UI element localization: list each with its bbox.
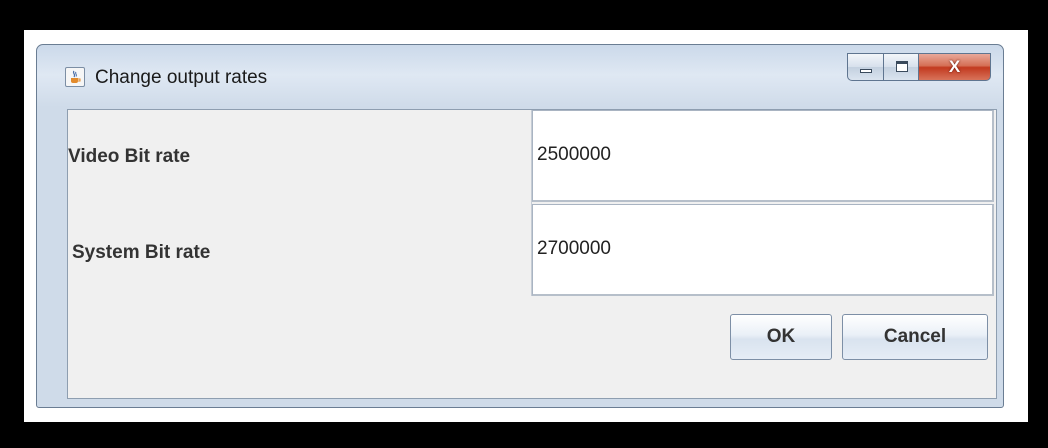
system-bit-rate-label: System Bit rate	[72, 242, 211, 263]
close-button[interactable]: X	[919, 53, 991, 81]
dialog-content: Video Bit rate 2500000 System Bit rate 2…	[67, 109, 997, 399]
maximize-icon	[896, 61, 908, 72]
close-icon: X	[948, 57, 961, 76]
window-title: Change output rates	[95, 67, 268, 88]
system-bit-rate-field[interactable]: 2700000	[532, 204, 994, 296]
java-cup-icon	[65, 67, 85, 87]
minimize-icon	[860, 69, 872, 73]
dialog-window: Change output rates X Video Bit rate 250…	[36, 44, 1004, 408]
minimize-button[interactable]	[847, 53, 883, 81]
cancel-button[interactable]: Cancel	[842, 314, 988, 360]
ok-button[interactable]: OK	[730, 314, 832, 360]
maximize-button[interactable]	[883, 53, 919, 81]
window-controls: X	[847, 53, 991, 81]
video-bit-rate-field[interactable]: 2500000	[532, 110, 994, 202]
video-bit-rate-label: Video Bit rate	[68, 146, 191, 167]
title-bar[interactable]: Change output rates X	[37, 45, 1003, 109]
